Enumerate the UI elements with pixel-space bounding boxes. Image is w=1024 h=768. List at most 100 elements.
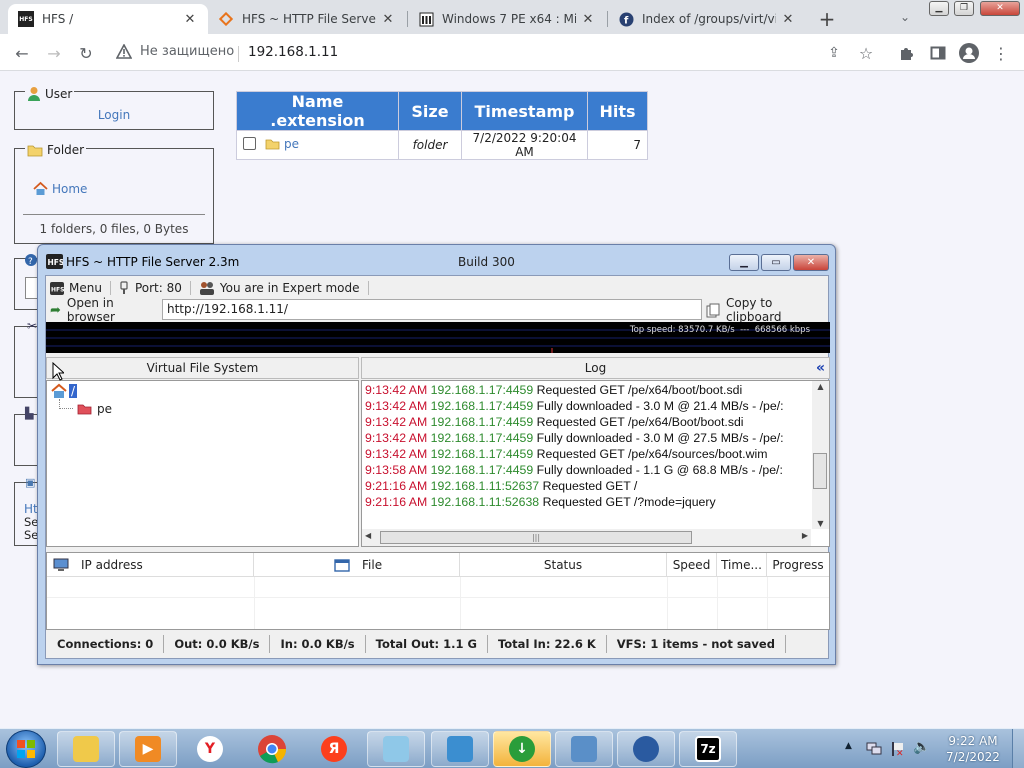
port-button[interactable]: Port: 80 — [111, 281, 191, 295]
side-panel-icon[interactable] — [927, 42, 949, 64]
taskbar-yandex[interactable]: Я — [305, 731, 363, 767]
table-row[interactable]: pe folder 7/2/2022 9:20:04 AM 7 — [237, 131, 647, 159]
log-scroll-thumb[interactable] — [813, 453, 827, 489]
log-time: 9:21:16 AM — [365, 479, 431, 493]
hfs-minimize-button[interactable]: ▁ — [729, 254, 759, 271]
close-window-button[interactable]: ✕ — [980, 1, 1020, 16]
home-link-row[interactable]: Home — [33, 181, 87, 196]
back-icon[interactable]: ← — [11, 42, 33, 64]
col-speed[interactable]: Speed — [667, 553, 717, 577]
log-message: Fully downloaded - 3.0 M @ 27.5 MB/s - /… — [536, 431, 784, 445]
column-header-timestamp[interactable]: Timestamp — [462, 92, 587, 130]
tab-index-groups[interactable]: f Index of /groups/virt/virt ✕ — [608, 4, 806, 34]
log-message: Fully downloaded - 1.1 G @ 68.8 MB/s - /… — [536, 463, 783, 477]
taskbar-7zip[interactable]: 7z — [679, 731, 737, 767]
scroll-right-arrow-icon[interactable]: ▶ — [802, 531, 808, 540]
scroll-down-arrow-icon[interactable]: ▼ — [812, 519, 829, 528]
expert-mode-button[interactable]: You are in Expert mode — [191, 281, 369, 295]
minimize-window-button[interactable]: ▁ — [929, 1, 949, 16]
login-link[interactable]: Login — [15, 108, 213, 122]
status-connections: Connections: 0 — [47, 635, 165, 653]
browser-tab-bar: HFS HFS / ✕ HFS ~ HTTP File Server d ✕ W… — [0, 0, 1024, 34]
connections-list[interactable]: IP address File Status Speed Time... Pro… — [46, 552, 830, 630]
share-icon[interactable]: ⇪ — [823, 42, 845, 64]
close-tab-icon[interactable]: ✕ — [580, 12, 596, 27]
menu-button[interactable]: HFS Menu — [50, 281, 111, 295]
taskbar-chrome[interactable] — [243, 731, 301, 767]
folder-open-icon — [27, 145, 43, 156]
hfs-window: HFS HFS ~ HTTP File Server 2.3m Build 30… — [37, 244, 836, 665]
flag-warning-icon[interactable]: ✕ — [890, 741, 906, 757]
scroll-left-arrow-icon[interactable]: ◀ — [365, 531, 371, 540]
taskbar-image-viewer[interactable] — [431, 731, 489, 767]
log-ip: 192.168.1.17:4459 — [430, 383, 537, 397]
network-icon[interactable] — [866, 741, 882, 757]
top-speed-label: Top speed: 83570.7 KB/s --- 668566 kbps — [629, 325, 810, 335]
taskbar-explorer[interactable] — [57, 731, 115, 767]
taskbar-hfs[interactable] — [617, 731, 675, 767]
tab-hfs-server[interactable]: HFS ~ HTTP File Server d ✕ — [208, 4, 406, 34]
show-desktop-button[interactable] — [1012, 729, 1024, 768]
browser-menu-icon[interactable]: ⋮ — [990, 42, 1012, 64]
folder-link[interactable]: pe — [284, 137, 299, 151]
start-button[interactable] — [6, 730, 46, 768]
log-hscroll-thumb[interactable]: ||| — [380, 531, 692, 544]
close-tab-icon[interactable]: ✕ — [182, 12, 198, 27]
log-lines: 9:13:42 AM 192.168.1.17:4459 Requested G… — [365, 382, 811, 510]
collapse-log-icon[interactable]: « — [816, 360, 825, 376]
reload-icon[interactable]: ↻ — [75, 42, 97, 64]
clock[interactable]: 9:22 AM 7/2/2022 — [940, 733, 1006, 765]
home-root-icon — [51, 383, 67, 398]
windows-logo-icon — [17, 740, 35, 758]
taskbar-control-panel[interactable] — [555, 731, 613, 767]
plug-icon — [120, 281, 128, 294]
profile-avatar-icon[interactable] — [958, 42, 980, 64]
col-ip-address[interactable]: IP address — [47, 553, 254, 577]
tray-expand-icon[interactable]: ▲ — [845, 741, 852, 751]
new-tab-button[interactable]: + — [810, 4, 844, 34]
close-tab-icon[interactable]: ✕ — [780, 12, 796, 27]
log-pane[interactable]: 9:13:42 AM 192.168.1.17:4459 Requested G… — [361, 380, 830, 547]
open-in-browser-label: Open in browser — [66, 296, 115, 324]
col-progress[interactable]: Progress — [767, 553, 829, 577]
column-header-size[interactable]: Size — [399, 92, 461, 130]
log-entry: 9:13:42 AM 192.168.1.17:4459 Requested G… — [365, 382, 811, 398]
column-header-name[interactable]: Name .extension — [237, 92, 398, 130]
tab-windows-pe[interactable]: Windows 7 PE x64 : Micr ✕ — [408, 4, 606, 34]
col-file[interactable]: File — [254, 553, 460, 577]
hfs-maximize-button[interactable]: ▭ — [761, 254, 791, 271]
column-grid-line — [717, 577, 718, 629]
select-checkbox[interactable] — [243, 137, 256, 151]
vfs-child-node[interactable]: pe — [77, 402, 112, 416]
column-header-hits[interactable]: Hits — [588, 92, 647, 130]
vfs-tree[interactable]: / pe — [46, 380, 359, 547]
col-status[interactable]: Status — [460, 553, 667, 577]
col-time[interactable]: Time... — [717, 553, 767, 577]
open-in-browser-button[interactable]: ➦ Open in browser — [50, 296, 162, 324]
taskbar-download-manager[interactable]: ↓ — [493, 731, 551, 767]
vfs-root-node[interactable]: / — [51, 383, 78, 399]
forward-icon[interactable]: → — [43, 42, 65, 64]
extensions-puzzle-icon[interactable] — [895, 42, 917, 64]
image-viewer-icon — [447, 736, 473, 762]
hfs-url-field[interactable]: http://192.168.1.11/ — [162, 299, 702, 320]
hfs-close-button[interactable]: ✕ — [793, 254, 829, 271]
volume-icon[interactable]: 🔈 — [913, 739, 930, 755]
close-tab-icon[interactable]: ✕ — [380, 12, 396, 27]
log-vertical-scrollbar[interactable]: ▲ ▼ — [812, 381, 829, 529]
address-bar-url[interactable]: 192.168.1.11 — [248, 44, 338, 60]
taskbar-notepad[interactable] — [367, 731, 425, 767]
taskbar-media-player[interactable]: ▶ — [119, 731, 177, 767]
scroll-up-arrow-icon[interactable]: ▲ — [812, 382, 829, 391]
log-horizontal-scrollbar[interactable]: ◀ ||| ▶ — [362, 529, 811, 546]
tab-search-chevron-icon[interactable]: ⌄ — [894, 6, 916, 28]
home-link[interactable]: Home — [52, 182, 87, 196]
restore-window-button[interactable]: ❐ — [954, 1, 974, 16]
security-indicator[interactable]: Не защищено — [116, 44, 234, 59]
port-label: Port: 80 — [134, 281, 182, 295]
copy-to-clipboard-button[interactable]: Copy to clipboard — [706, 296, 828, 324]
tab-hfs-root[interactable]: HFS HFS / ✕ — [8, 4, 208, 34]
bookmark-star-icon[interactable]: ☆ — [855, 42, 877, 64]
taskbar-yandex-browser[interactable]: Y — [181, 731, 239, 767]
scissors-icon: ✂ — [27, 319, 38, 333]
